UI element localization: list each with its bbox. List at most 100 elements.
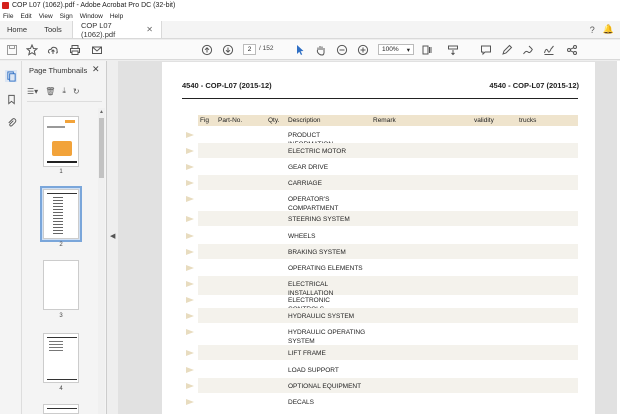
thumbnail-scrollbar[interactable]: ▲ <box>98 108 105 414</box>
tab-document[interactable]: COP L07 (1062).pdf ✕ <box>72 20 162 39</box>
collapse-panel-icon[interactable]: ◀ <box>110 232 115 240</box>
document-viewer[interactable]: 4540 - COP-L07 (2015-12) 4540 - COP-L07 … <box>118 61 620 414</box>
scrollbar-thumb[interactable] <box>99 118 104 178</box>
previous-page-icon[interactable] <box>200 43 214 57</box>
save-icon[interactable] <box>5 43 19 57</box>
row-arrow-icon[interactable] <box>186 196 194 202</box>
row-arrow-icon[interactable] <box>186 297 194 303</box>
thumbnail-options-icon[interactable]: ☰▾ <box>27 87 38 96</box>
row-arrow-icon[interactable] <box>186 281 194 287</box>
row-arrow-icon[interactable] <box>186 180 194 186</box>
upload-cloud-icon[interactable] <box>46 43 60 57</box>
scroll-up-arrow-icon[interactable]: ▲ <box>99 109 104 115</box>
thumbnail-page-5[interactable] <box>43 404 79 414</box>
page-thumbnails-icon[interactable] <box>5 70 17 82</box>
thumbnail-page-4[interactable] <box>43 333 79 383</box>
thumbnail-page-1[interactable] <box>43 116 79 167</box>
tab-tools[interactable]: Tools <box>34 21 72 38</box>
row-description[interactable]: DECALS <box>288 398 366 407</box>
table-row: DECALS <box>198 394 578 409</box>
row-description[interactable]: LOAD SUPPORT <box>288 366 366 375</box>
row-arrow-icon[interactable] <box>186 249 194 255</box>
row-arrow-icon[interactable] <box>186 313 194 319</box>
row-arrow-icon[interactable] <box>186 350 194 356</box>
row-description[interactable]: LIFT FRAME <box>288 349 366 358</box>
sign-icon[interactable] <box>542 43 556 57</box>
row-description[interactable]: HYDRAULIC OPERATING SYSTEM <box>288 328 366 346</box>
row-description[interactable]: HYDRAULIC SYSTEM <box>288 312 366 321</box>
truck-image-icon <box>52 141 72 156</box>
table-row: PRODUCT INFORMATION <box>198 127 578 148</box>
row-arrow-icon[interactable] <box>186 233 194 239</box>
row-arrow-icon[interactable] <box>186 329 194 335</box>
acrobat-logo-icon <box>2 2 9 9</box>
tab-document-label: COP L07 (1062).pdf <box>81 20 116 39</box>
row-arrow-icon[interactable] <box>186 132 194 138</box>
scroll-mode-icon[interactable] <box>446 43 460 57</box>
bookmarks-icon[interactable] <box>5 93 17 105</box>
row-description[interactable]: GEAR DRIVE <box>288 163 366 172</box>
table-row: BRAKING SYSTEM <box>198 244 578 259</box>
row-arrow-icon[interactable] <box>186 399 194 405</box>
notifications-icon[interactable]: 🔔 <box>603 24 614 35</box>
navigation-rail <box>0 61 22 414</box>
row-description[interactable]: OPERATING ELEMENTS <box>288 264 366 273</box>
title-bar: COP L07 (1062).pdf - Adobe Acrobat Pro D… <box>0 0 620 11</box>
select-cursor-icon[interactable] <box>293 43 307 57</box>
zoom-out-icon[interactable] <box>335 43 349 57</box>
menu-help[interactable]: Help <box>110 13 123 20</box>
delete-page-icon[interactable]: 🗑 <box>45 87 55 96</box>
table-row: OPERATOR'S COMPARTMENT <box>198 191 578 212</box>
menu-view[interactable]: View <box>39 13 53 20</box>
pdf-page: 4540 - COP-L07 (2015-12) 4540 - COP-L07 … <box>162 62 595 414</box>
thumbnail-page-2[interactable] <box>43 189 79 239</box>
zoom-select[interactable]: 100% ▾ <box>378 44 414 55</box>
row-arrow-icon[interactable] <box>186 265 194 271</box>
draw-tool-icon[interactable] <box>521 43 535 57</box>
next-page-icon[interactable] <box>221 43 235 57</box>
menu-sign[interactable]: Sign <box>60 13 73 20</box>
menu-window[interactable]: Window <box>80 13 103 20</box>
page-number-input[interactable]: 2 <box>243 44 256 55</box>
thumbnail-page-3[interactable] <box>43 260 79 310</box>
row-arrow-icon[interactable] <box>186 367 194 373</box>
page-display-icon[interactable] <box>420 43 434 57</box>
row-description[interactable]: OPTIONAL EQUIPMENT <box>288 382 366 391</box>
share-icon[interactable] <box>565 43 579 57</box>
comment-icon[interactable] <box>479 43 493 57</box>
hand-tool-icon[interactable] <box>314 43 328 57</box>
chevron-down-icon: ▾ <box>406 46 410 54</box>
row-description[interactable]: ELECTRIC MOTOR <box>288 147 366 156</box>
row-arrow-icon[interactable] <box>186 216 194 222</box>
menu-bar: File Edit View Sign Window Help <box>0 11 620 21</box>
highlight-pen-icon[interactable] <box>500 43 514 57</box>
table-row: HYDRAULIC SYSTEM <box>198 308 578 323</box>
tab-home[interactable]: Home <box>0 21 34 38</box>
main-toolbar: 2 / 152 100% ▾ <box>0 40 620 60</box>
insert-page-icon[interactable]: ⤓ <box>62 86 66 96</box>
row-description[interactable]: CARRIAGE <box>288 179 366 188</box>
envelope-icon[interactable] <box>90 43 104 57</box>
zoom-value: 100% <box>382 46 399 53</box>
table-row: ELECTRONIC CONTROLS <box>198 292 578 313</box>
rotate-page-icon[interactable]: ↻ <box>73 87 80 96</box>
row-description[interactable]: STEERING SYSTEM <box>288 215 366 224</box>
close-panel-icon[interactable]: ✕ <box>92 64 100 75</box>
menu-file[interactable]: File <box>3 13 13 20</box>
zoom-in-icon[interactable] <box>356 43 370 57</box>
close-tab-icon[interactable]: ✕ <box>146 25 153 34</box>
bookmark-star-icon[interactable] <box>25 43 39 57</box>
row-description[interactable]: BRAKING SYSTEM <box>288 248 366 257</box>
table-row: OPERATING ELEMENTS <box>198 260 578 275</box>
help-icon[interactable]: ? <box>590 25 595 35</box>
menu-edit[interactable]: Edit <box>20 13 31 20</box>
attachments-icon[interactable] <box>5 116 17 128</box>
thumbnail-panel: Page Thumbnails ✕ ☰▾ 🗑 ⤓ ↻ ▲ 1 2 3 4 <box>22 61 107 414</box>
row-arrow-icon[interactable] <box>186 148 194 154</box>
row-description[interactable]: WHEELS <box>288 232 366 241</box>
row-arrow-icon[interactable] <box>186 383 194 389</box>
col-qty: Qty. <box>268 117 280 124</box>
brand-logo-icon <box>65 120 75 123</box>
row-arrow-icon[interactable] <box>186 164 194 170</box>
print-icon[interactable] <box>68 43 82 57</box>
